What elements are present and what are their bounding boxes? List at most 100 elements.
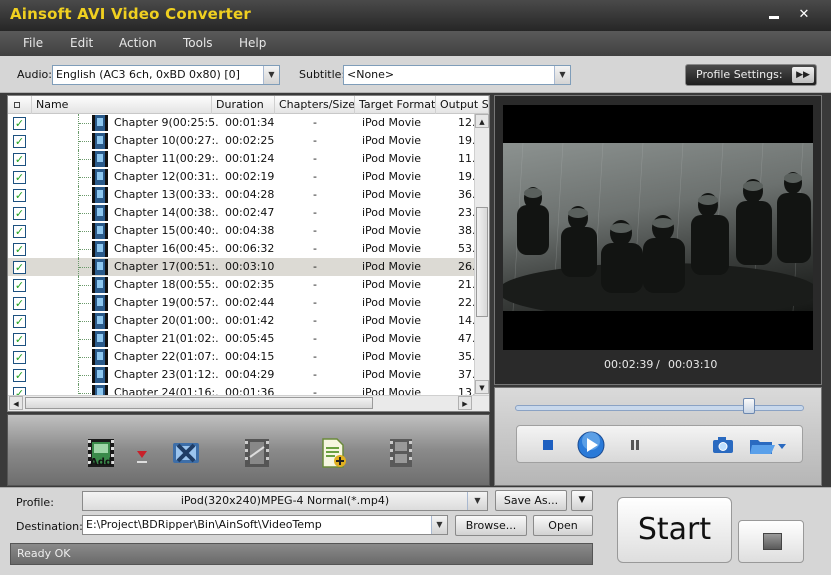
subtitle-select[interactable]: <None> ▼	[343, 65, 571, 85]
column-name[interactable]: Name	[32, 96, 212, 114]
row-checkbox[interactable]: ✓	[13, 261, 26, 274]
row-checkbox[interactable]: ✓	[13, 153, 26, 166]
browse-button[interactable]: Browse...	[455, 515, 527, 536]
fast-forward-icon[interactable]: ▶▶	[792, 67, 814, 83]
table-row[interactable]: ✓ Chapter 14(00:38:... 00:02:47 - iPod Movie…	[8, 204, 474, 222]
row-checkbox[interactable]: ✓	[13, 387, 26, 395]
row-checkbox[interactable]: ✓	[13, 369, 26, 382]
tree-connector	[78, 204, 92, 222]
menu-help[interactable]: Help	[239, 36, 266, 50]
scroll-left-icon[interactable]: ◀	[9, 396, 23, 410]
row-checkbox[interactable]: ✓	[13, 189, 26, 202]
menu-action[interactable]: Action	[119, 36, 157, 50]
profile-select[interactable]: iPod(320x240)MPEG-4 Normal(*.mp4) ▼	[82, 491, 488, 511]
film-button[interactable]	[385, 437, 417, 469]
row-format: iPod Movie	[362, 152, 422, 165]
table-row[interactable]: ✓ Chapter 24(01:16:... 00:01:36 - iPod Movie…	[8, 384, 474, 395]
row-checkbox[interactable]: ✓	[13, 297, 26, 310]
column-output-size[interactable]: Output Siz	[436, 96, 489, 114]
column-duration[interactable]: Duration	[212, 96, 275, 114]
seek-slider[interactable]	[515, 405, 804, 411]
table-row[interactable]: ✓ Chapter 18(00:55:... 00:02:35 - iPod Movie…	[8, 276, 474, 294]
row-checkbox[interactable]: ✓	[13, 333, 26, 346]
video-file-icon	[92, 151, 108, 167]
column-target-format[interactable]: Target Format	[355, 96, 436, 114]
profile-settings-button[interactable]: Profile Settings: ▶▶	[685, 64, 817, 86]
row-duration: 00:06:32	[225, 242, 275, 255]
row-chapters: -	[313, 188, 317, 201]
menu-tools[interactable]: Tools	[183, 36, 213, 50]
chevron-down-icon[interactable]: ▼	[467, 492, 487, 510]
video-file-icon	[92, 115, 108, 131]
stop-icon[interactable]	[540, 437, 556, 453]
table-row[interactable]: ✓ Chapter 15(00:40:... 00:04:38 - iPod Movie…	[8, 222, 474, 240]
audio-select[interactable]: English (AC3 6ch, 0xBD 0x80) [0] ▼	[52, 65, 280, 85]
table-row[interactable]: ✓ Chapter 11(00:29:... 00:01:24 - iPod Movie…	[8, 150, 474, 168]
folder-icon[interactable]	[748, 436, 788, 456]
table-row[interactable]: ✓ Chapter 19(00:57:... 00:02:44 - iPod Movie…	[8, 294, 474, 312]
chevron-down-icon[interactable]: ▼	[431, 516, 447, 534]
row-checkbox[interactable]: ✓	[13, 351, 26, 364]
chevron-down-icon[interactable]: ▼	[554, 66, 570, 84]
add-dropdown-icon[interactable]	[136, 449, 148, 465]
destination-field[interactable]: E:\Project\BDRipper\Bin\AinSoft\VideoTem…	[82, 515, 448, 535]
row-duration: 00:04:28	[225, 188, 275, 201]
column-chapters-size[interactable]: Chapters/Size	[275, 96, 355, 114]
row-checkbox[interactable]: ✓	[13, 207, 26, 220]
table-row[interactable]: ✓ Chapter 13(00:33:... 00:04:28 - iPod Movie…	[8, 186, 474, 204]
row-format: iPod Movie	[362, 170, 422, 183]
row-checkbox[interactable]: ✓	[13, 171, 26, 184]
table-row[interactable]: ✓ Chapter 21(01:02:... 00:05:45 - iPod Movie…	[8, 330, 474, 348]
vertical-scrollbar[interactable]: ▲ ▼	[474, 114, 489, 395]
select-all-column[interactable]	[8, 96, 32, 114]
table-row[interactable]: ✓ Chapter 20(01:00:... 00:01:42 - iPod Movie…	[8, 312, 474, 330]
audio-select-value: English (AC3 6ch, 0xBD 0x80) [0]	[56, 68, 240, 81]
clip-button[interactable]	[241, 437, 273, 469]
table-row[interactable]: ✓ Chapter 12(00:31:... 00:02:19 - iPod Movie…	[8, 168, 474, 186]
tree-connector	[78, 240, 92, 258]
tree-connector	[78, 258, 92, 276]
scroll-right-icon[interactable]: ▶	[458, 396, 472, 410]
save-as-button[interactable]: Save As...	[495, 490, 567, 511]
table-row[interactable]: ✓ Chapter 10(00:27:... 00:02:25 - iPod Movie…	[8, 132, 474, 150]
add-document-button[interactable]	[317, 437, 349, 469]
row-checkbox[interactable]: ✓	[13, 243, 26, 256]
table-row[interactable]: ✓ Chapter 16(00:45:... 00:06:32 - iPod Movie…	[8, 240, 474, 258]
row-checkbox[interactable]: ✓	[13, 117, 26, 130]
play-icon[interactable]	[576, 430, 606, 460]
tree-connector	[78, 186, 92, 204]
menu-edit[interactable]: Edit	[70, 36, 93, 50]
minimize-icon	[769, 16, 779, 19]
table-row[interactable]: ✓ Chapter 22(01:07:... 00:04:15 - iPod Movie…	[8, 348, 474, 366]
row-checkbox[interactable]: ✓	[13, 279, 26, 292]
start-button[interactable]: Start	[617, 497, 732, 563]
current-time: 00:02:39	[604, 358, 654, 371]
row-checkbox[interactable]: ✓	[13, 225, 26, 238]
remove-button[interactable]	[170, 437, 202, 469]
minimize-button[interactable]	[765, 7, 783, 23]
scroll-down-icon[interactable]: ▼	[475, 380, 489, 394]
row-checkbox[interactable]: ✓	[13, 135, 26, 148]
horizontal-scroll-thumb[interactable]	[25, 397, 373, 409]
table-row[interactable]: ✓ Chapter 17(00:51:... 00:03:10 - iPod Movie…	[8, 258, 474, 276]
seek-thumb[interactable]	[743, 398, 756, 414]
row-chapters: -	[313, 116, 317, 129]
table-row[interactable]: ✓ Chapter 9(00:25:5... 00:01:34 - iPod Movie…	[8, 114, 474, 132]
chevron-down-icon[interactable]: ▼	[571, 490, 593, 511]
pause-icon[interactable]	[627, 437, 643, 453]
row-duration: 00:02:19	[225, 170, 275, 183]
menu-bar: File Edit Action Tools Help	[0, 31, 831, 56]
horizontal-scrollbar[interactable]: ◀ ▶	[8, 395, 489, 411]
row-format: iPod Movie	[362, 350, 422, 363]
close-button[interactable]: ✕	[795, 7, 813, 23]
menu-file[interactable]: File	[23, 36, 43, 50]
stop-button[interactable]	[738, 520, 804, 563]
vertical-scroll-thumb[interactable]	[476, 207, 488, 317]
camera-icon[interactable]	[711, 435, 735, 455]
scroll-up-icon[interactable]: ▲	[475, 114, 489, 128]
open-button[interactable]: Open	[533, 515, 593, 536]
table-row[interactable]: ✓ Chapter 23(01:12:... 00:04:29 - iPod Movie…	[8, 366, 474, 384]
row-checkbox[interactable]: ✓	[13, 315, 26, 328]
chevron-down-icon[interactable]: ▼	[263, 66, 279, 84]
tree-connector	[78, 312, 92, 330]
